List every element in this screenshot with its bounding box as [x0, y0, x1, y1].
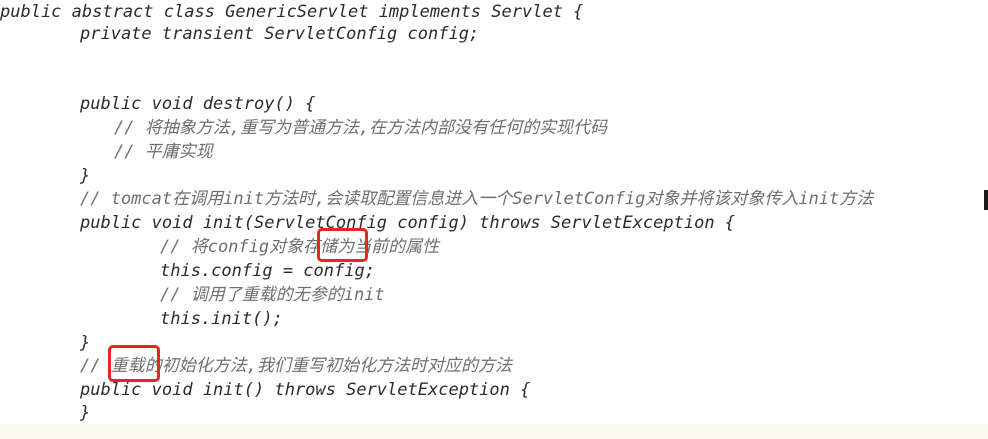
code-comment-destroy-1: // 将抽象方法,重写为普通方法,在方法内部没有任何的实现代码 — [114, 118, 608, 138]
code-line-init-noarg-close: } — [80, 403, 91, 423]
highlight-box-overload — [108, 345, 160, 382]
code-line-init-config-close: } — [80, 333, 91, 353]
code-comment-tomcat-init: // tomcat在调用init方法时,会读取配置信息进入一个ServletCo… — [80, 189, 874, 209]
bottom-bar — [0, 424, 988, 439]
code-line-call-init: this.init(); — [160, 309, 283, 329]
code-line-class-declaration: public abstract class GenericServlet imp… — [0, 2, 584, 22]
code-comment-store-config: // 将config对象存储为当前的属性 — [160, 237, 440, 257]
code-line-destroy-close: } — [80, 166, 91, 186]
code-line-config-field: private transient ServletConfig config; — [80, 24, 480, 44]
scrollbar-marker — [984, 190, 988, 210]
code-comment-destroy-2: // 平庸实现 — [114, 142, 213, 162]
code-comment-call-overload: // 调用了重载的无参的init — [160, 285, 385, 305]
code-line-destroy-signature: public void destroy() { — [80, 94, 316, 114]
highlight-box-storage — [317, 228, 368, 262]
code-line-init-config-signature: public void init(ServletConfig config) t… — [80, 213, 736, 233]
code-line-assign-config: this.config = config; — [160, 261, 375, 281]
